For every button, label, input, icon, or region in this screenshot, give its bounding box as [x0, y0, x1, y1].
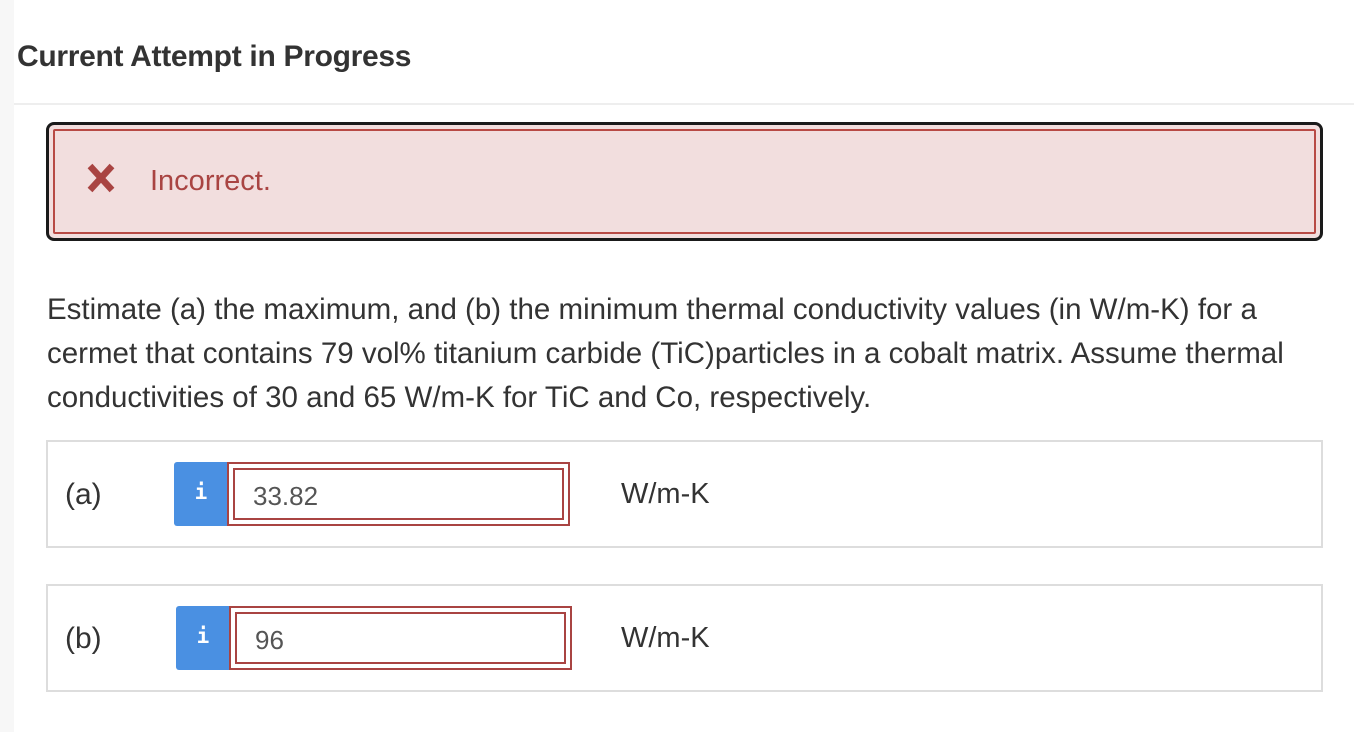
- page-title: Current Attempt in Progress: [17, 40, 412, 73]
- question-text: Estimate (a) the maximum, and (b) the mi…: [47, 293, 1284, 414]
- page: Current Attempt in Progress Incorrect. E…: [0, 0, 1354, 732]
- answer-label-a: (a): [65, 478, 102, 511]
- answer-input-b-inner: [235, 612, 566, 664]
- info-icon[interactable]: i: [176, 606, 230, 670]
- answer-unit-a: W/m-K: [621, 478, 710, 510]
- answer-input-a-value: 33.82: [253, 481, 319, 511]
- close-icon: [87, 163, 115, 193]
- answer-input-a[interactable]: 33.82: [227, 462, 570, 526]
- answer-input-b-value: 96: [255, 625, 284, 655]
- feedback-status-text: Incorrect.: [150, 165, 271, 197]
- info-icon[interactable]: i: [174, 462, 228, 526]
- header-divider: [14, 103, 1354, 105]
- answer-unit-b: W/m-K: [621, 622, 710, 654]
- left-margin-rule: [0, 0, 14, 732]
- answer-label-b: (b): [65, 622, 102, 655]
- answer-input-b[interactable]: 96: [229, 606, 572, 670]
